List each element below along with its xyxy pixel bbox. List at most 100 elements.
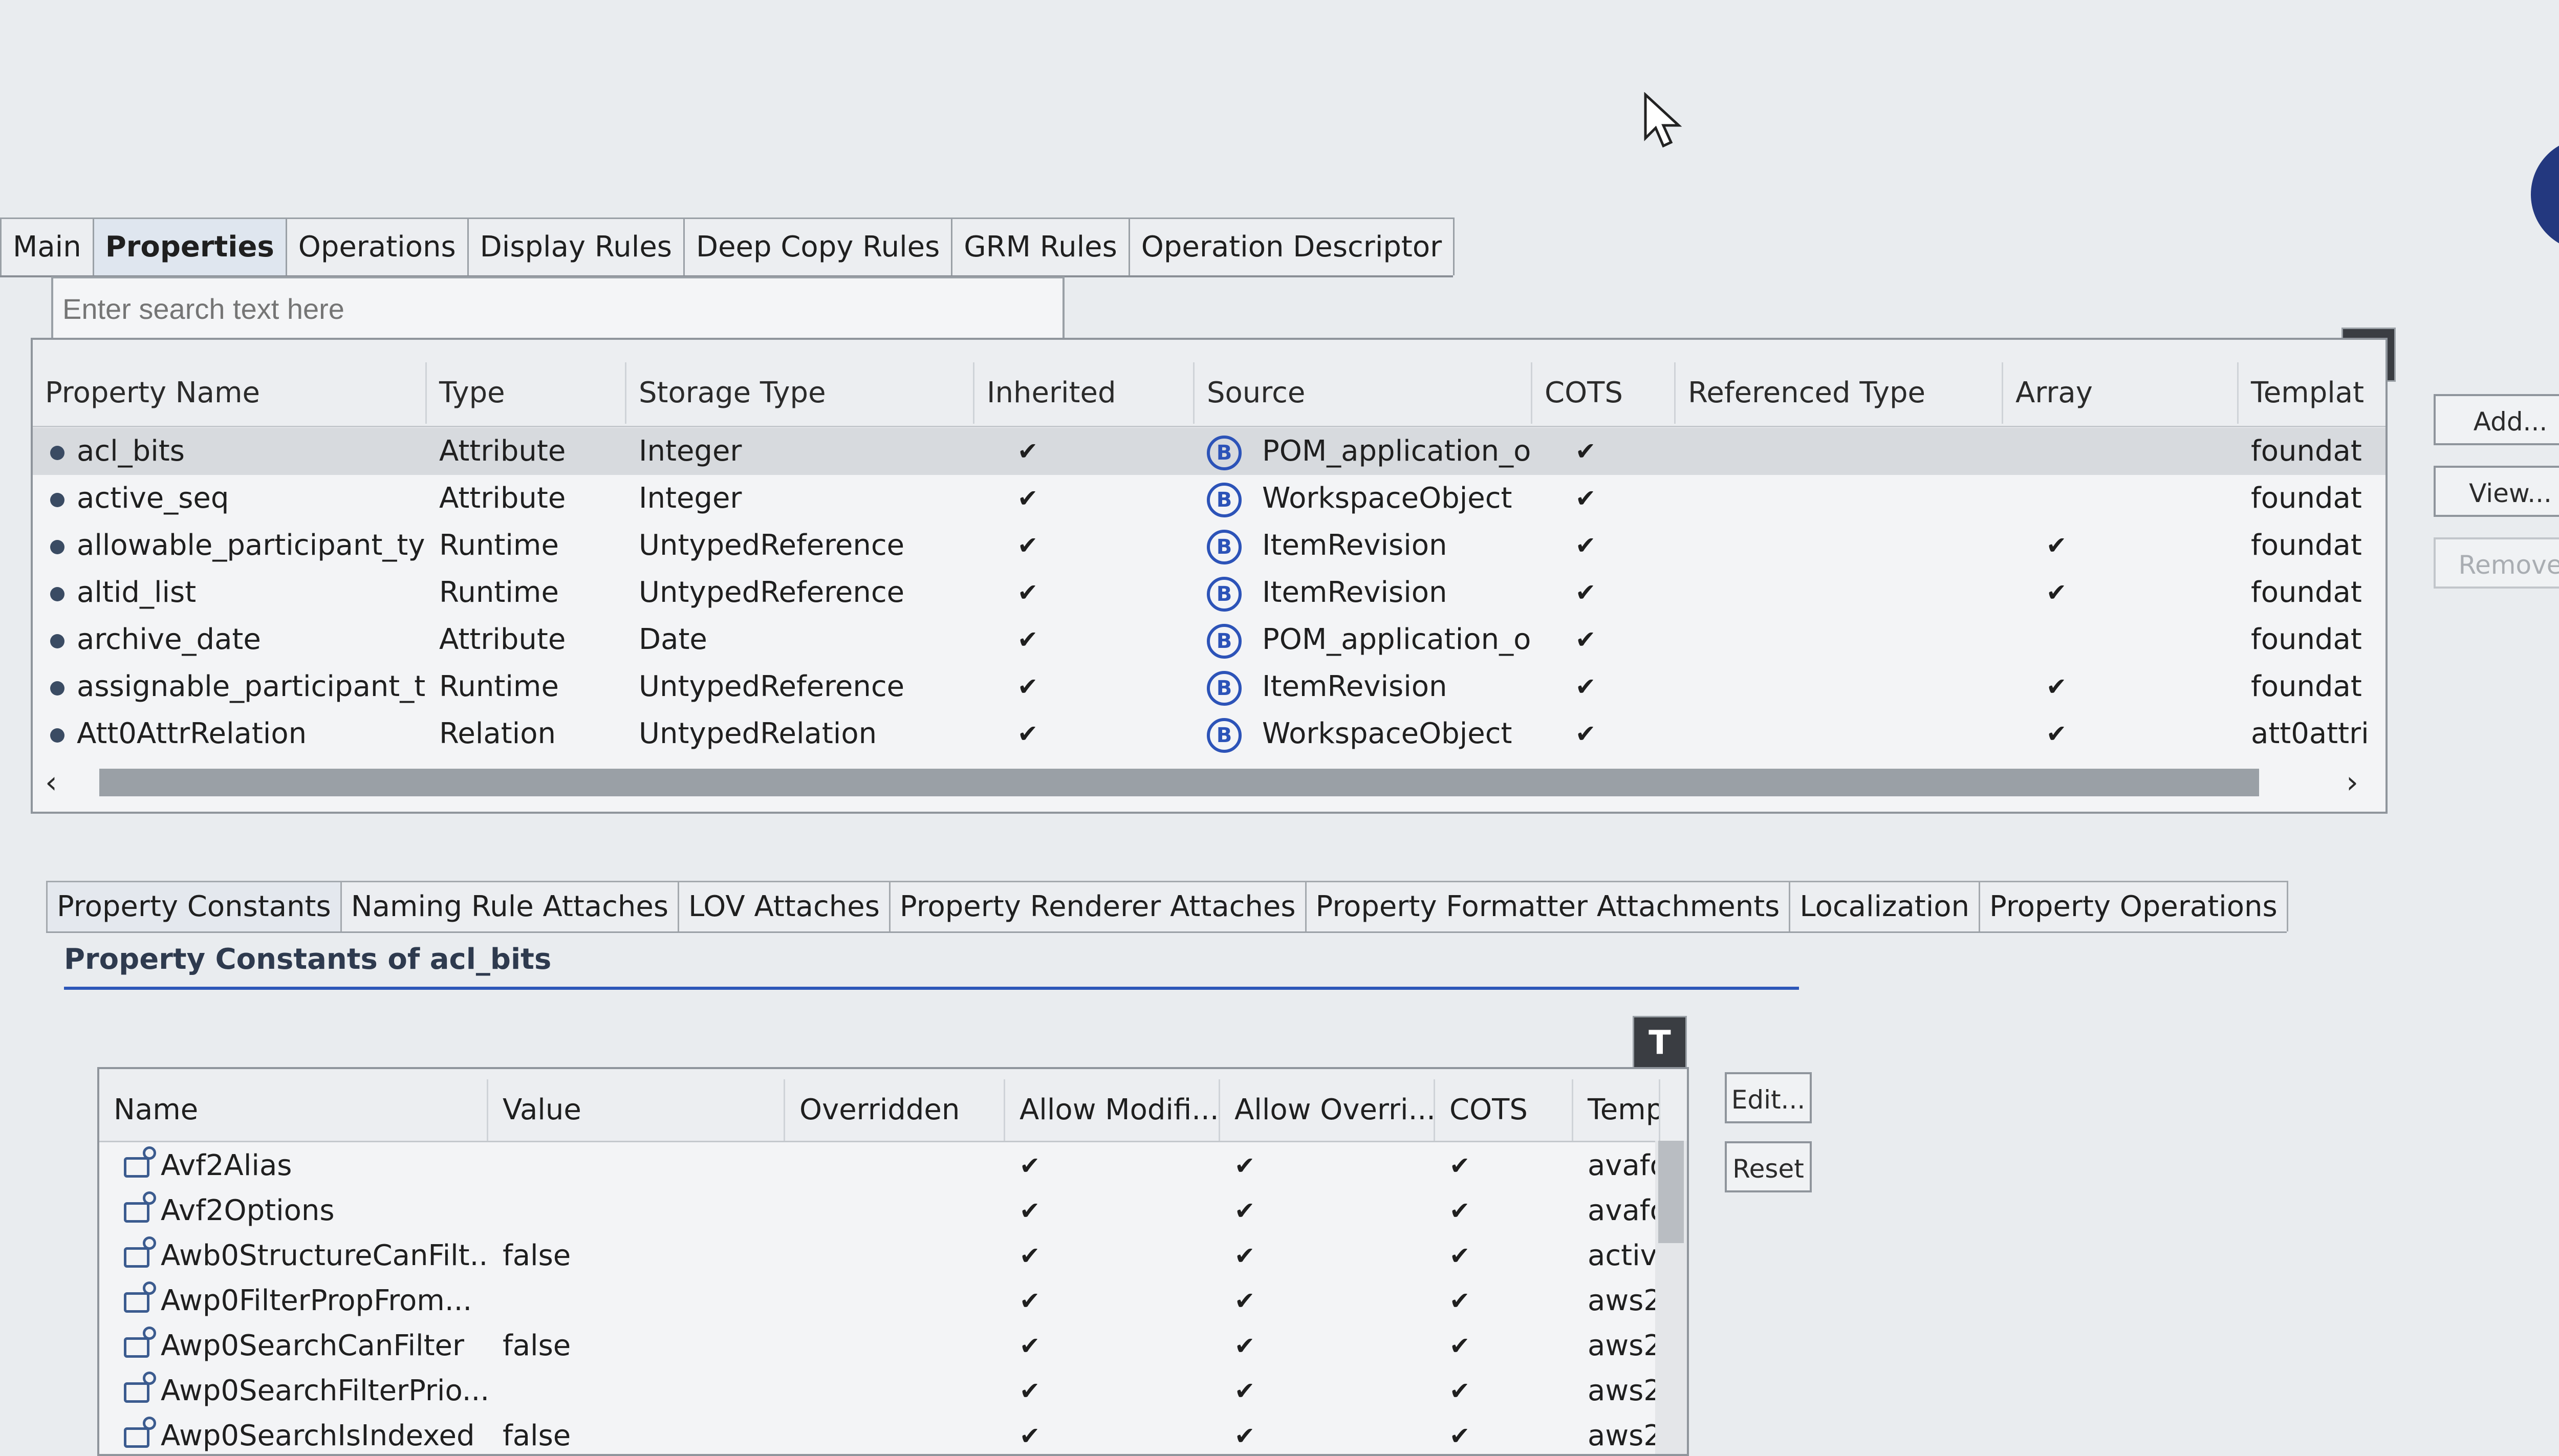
col-inherited[interactable]: Inherited bbox=[974, 362, 1195, 424]
scroll-left-icon[interactable]: ‹ bbox=[45, 765, 57, 800]
allow-override-check-icon: ✔ bbox=[1234, 1242, 1255, 1270]
cots-check-icon: ✔ bbox=[1575, 720, 1596, 748]
allow-modify-check-icon: ✔ bbox=[1020, 1287, 1040, 1315]
tab-properties[interactable]: Properties bbox=[92, 218, 287, 275]
add-button[interactable]: Add... bbox=[2434, 394, 2559, 445]
constant-overridden bbox=[785, 1414, 1005, 1454]
table-row[interactable]: Awp0SearchIsIndexed false ✔ ✔ ✔ aws2 bbox=[99, 1414, 1687, 1454]
constant-overridden bbox=[785, 1143, 1005, 1188]
allow-modify-check-icon: ✔ bbox=[1020, 1151, 1040, 1180]
col-source[interactable]: Source bbox=[1195, 362, 1532, 424]
table-row[interactable]: Awp0SearchCanFilter false ✔ ✔ ✔ aws2 bbox=[99, 1323, 1687, 1368]
col-cots[interactable]: COTS bbox=[1435, 1079, 1573, 1141]
tab-property-constants[interactable]: Property Constants bbox=[46, 881, 342, 931]
col-allow-override[interactable]: Allow Overri... bbox=[1220, 1079, 1435, 1141]
property-storage: UntypedRelation bbox=[639, 717, 877, 750]
table-row[interactable]: Awp0FilterPropFrom... ✔ ✔ ✔ aws2 bbox=[99, 1278, 1687, 1323]
property-template: att0attri bbox=[2251, 717, 2369, 750]
property-storage: Integer bbox=[639, 482, 742, 515]
inherited-check-icon: ✔ bbox=[1017, 578, 1038, 607]
col-cots[interactable]: COTS bbox=[1532, 362, 1676, 424]
tab-main[interactable]: Main bbox=[0, 218, 94, 275]
property-storage: Integer bbox=[639, 434, 742, 468]
table-row[interactable]: Awb0StructureCanFilt... false ✔ ✔ ✔ acti… bbox=[99, 1233, 1687, 1278]
edit-button[interactable]: Edit... bbox=[1725, 1072, 1812, 1123]
table-row[interactable]: acl_bits Attribute Integer ✔ B POM_applic… bbox=[33, 428, 2385, 475]
business-object-icon: B bbox=[1207, 576, 1242, 612]
properties-table-header: Property Name Type Storage Type Inherite… bbox=[33, 340, 2385, 427]
col-value[interactable]: Value bbox=[488, 1079, 785, 1141]
table-row[interactable]: Att0AttrRelation Relation UntypedRelatio… bbox=[33, 710, 2385, 757]
constant-template: aws2 bbox=[1588, 1284, 1655, 1317]
table-row[interactable]: allowable_participant_ty Runtime Untyped… bbox=[33, 522, 2385, 569]
tab-grm-rules[interactable]: GRM Rules bbox=[951, 218, 1130, 275]
table-row[interactable]: Avf2Options ✔ ✔ ✔ avafo bbox=[99, 1188, 1687, 1233]
col-type[interactable]: Type bbox=[427, 362, 626, 424]
scrollbar-thumb[interactable] bbox=[99, 769, 2259, 796]
table-row[interactable]: Avf2Alias ✔ ✔ ✔ avafo bbox=[99, 1143, 1687, 1188]
cots-check-icon: ✔ bbox=[1449, 1422, 1470, 1450]
property-type: Relation bbox=[439, 717, 556, 750]
property-source: ItemRevision bbox=[1262, 670, 1447, 703]
table-row[interactable]: altid_list Runtime UntypedReference ✔ BI… bbox=[33, 569, 2385, 616]
filter-icon[interactable]: T bbox=[1633, 1016, 1687, 1070]
tab-property-renderer-attaches[interactable]: Property Renderer Attaches bbox=[888, 881, 1307, 931]
property-storage: UntypedReference bbox=[639, 576, 905, 609]
col-template[interactable]: Templat bbox=[2239, 362, 2385, 424]
constant-name: Awp0SearchFilterPrio... bbox=[161, 1374, 488, 1407]
property-storage: UntypedReference bbox=[639, 670, 905, 703]
property-name: acl_bits bbox=[77, 434, 185, 468]
property-type: Runtime bbox=[439, 576, 559, 609]
col-name[interactable]: Name bbox=[99, 1079, 488, 1141]
property-bullet-icon bbox=[50, 539, 64, 554]
table-row[interactable]: Awp0SearchFilterPrio... ✔ ✔ ✔ aws2 bbox=[99, 1368, 1687, 1414]
tab-deep-copy-rules[interactable]: Deep Copy Rules bbox=[683, 218, 953, 275]
reset-button[interactable]: Reset bbox=[1725, 1141, 1812, 1192]
col-referenced-type[interactable]: Referenced Type bbox=[1676, 362, 2003, 424]
col-property-name[interactable]: Property Name bbox=[33, 362, 427, 424]
cots-check-icon: ✔ bbox=[1575, 437, 1596, 466]
tab-property-operations[interactable]: Property Operations bbox=[1979, 881, 2288, 931]
constant-icon bbox=[124, 1236, 156, 1268]
col-template[interactable]: Temp bbox=[1573, 1079, 1660, 1141]
mouse-cursor-icon bbox=[1644, 92, 1682, 148]
table-row[interactable]: archive_date Attribute Date ✔ B POM_appli… bbox=[33, 616, 2385, 663]
cots-check-icon: ✔ bbox=[1449, 1242, 1470, 1270]
constant-value bbox=[488, 1278, 785, 1323]
scroll-right-icon[interactable]: › bbox=[2346, 765, 2358, 800]
scrollbar-thumb[interactable] bbox=[1658, 1141, 1684, 1243]
property-type: Attribute bbox=[439, 434, 566, 468]
table-row[interactable]: active_seq Attribute Integer ✔ B Workspac… bbox=[33, 475, 2385, 522]
tab-operations[interactable]: Operations bbox=[285, 218, 469, 275]
business-object-icon: B bbox=[1207, 670, 1242, 706]
constant-icon bbox=[124, 1281, 156, 1313]
property-name: allowable_participant_ty bbox=[77, 529, 425, 562]
col-array[interactable]: Array bbox=[2003, 362, 2239, 424]
remove-button[interactable]: Remove bbox=[2434, 537, 2559, 589]
search-input[interactable] bbox=[51, 276, 1065, 342]
properties-table: Property Name Type Storage Type Inherite… bbox=[31, 338, 2388, 814]
property-referenced-type bbox=[1676, 522, 2003, 569]
col-allow-modifiable[interactable]: Allow Modifi... bbox=[1005, 1079, 1220, 1141]
table-row[interactable]: assignable_participant_t Runtime Untyped… bbox=[33, 663, 2385, 710]
property-name: altid_list bbox=[77, 576, 197, 609]
vertical-scrollbar[interactable] bbox=[1655, 1141, 1687, 1454]
tab-naming-rule-attaches[interactable]: Naming Rule Attaches bbox=[340, 881, 680, 931]
horizontal-scrollbar[interactable]: ‹ › bbox=[33, 765, 2385, 800]
constant-overridden bbox=[785, 1278, 1005, 1323]
constant-name: Awp0SearchCanFilter bbox=[161, 1329, 465, 1362]
constant-value bbox=[488, 1188, 785, 1233]
property-referenced-type bbox=[1676, 663, 2003, 710]
tab-localization[interactable]: Localization bbox=[1789, 881, 1981, 931]
inherited-check-icon: ✔ bbox=[1017, 625, 1038, 654]
tab-lov-attaches[interactable]: LOV Attaches bbox=[678, 881, 891, 931]
tab-display-rules[interactable]: Display Rules bbox=[467, 218, 685, 275]
col-overridden[interactable]: Overridden bbox=[785, 1079, 1005, 1141]
tab-property-formatter-attachments[interactable]: Property Formatter Attachments bbox=[1305, 881, 1791, 931]
user-avatar[interactable]: B bbox=[2531, 138, 2559, 251]
col-storage-type[interactable]: Storage Type bbox=[626, 362, 974, 424]
property-template: foundat bbox=[2251, 529, 2362, 562]
tab-operation-descriptor[interactable]: Operation Descriptor bbox=[1128, 218, 1455, 275]
allow-override-check-icon: ✔ bbox=[1234, 1422, 1255, 1450]
view-button[interactable]: View... bbox=[2434, 466, 2559, 517]
